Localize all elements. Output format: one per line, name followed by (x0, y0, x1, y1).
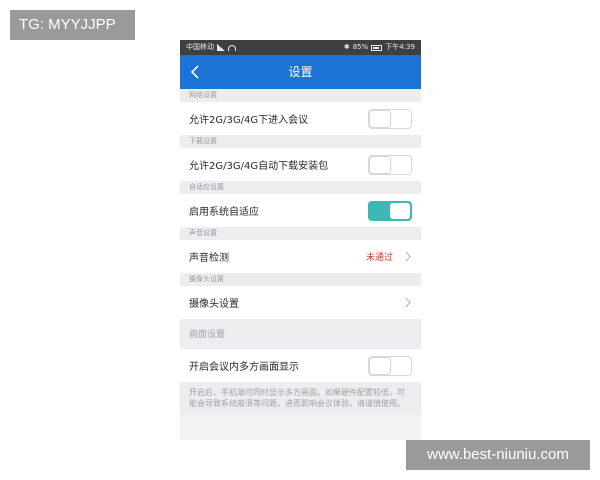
toggle-auto-download[interactable] (368, 155, 412, 175)
toggle-multi-view[interactable] (368, 356, 412, 376)
row-audio-test[interactable]: 声音检测 未通过 (180, 240, 421, 273)
row-network-meeting: 允许2G/3G/4G下进入会议 (180, 102, 421, 135)
clock: 下午4:39 (385, 43, 415, 51)
chevron-right-icon (405, 297, 411, 308)
section-header-screen: 画面设置 (180, 319, 421, 349)
status-bar: 中国移动 ✱ 85% 下午4:39 (180, 40, 421, 55)
row-system-adaptive: 启用系统自适应 (180, 194, 421, 227)
battery-icon (371, 44, 383, 51)
watermark: www.best-niuniu.com (406, 440, 590, 470)
section-header-adaptive: 自适应设置 (180, 181, 421, 194)
bluetooth-icon: ✱ (343, 43, 350, 51)
toggle-knob (370, 157, 390, 173)
section-header-download: 下载设置 (180, 135, 421, 148)
row-label: 摄像头设置 (189, 299, 239, 310)
signal-icon (217, 44, 225, 51)
audio-test-status: 未通过 (365, 253, 393, 263)
wifi-icon (228, 44, 236, 51)
carrier-name: 中国移动 (186, 43, 214, 51)
nav-bar: 设置 (180, 55, 421, 89)
row-camera-settings[interactable]: 摄像头设置 (180, 286, 421, 319)
phone-screen: 中国移动 ✱ 85% 下午4:39 设置 网络设置 允许2G/3G/4G下进入会… (180, 40, 421, 440)
toggle-network-meeting[interactable] (368, 109, 412, 129)
toggle-knob (370, 358, 390, 374)
battery-percent: 85% (352, 43, 369, 51)
tg-label: TG: MYYJJPP (10, 10, 135, 40)
section-header-network: 网络设置 (180, 89, 421, 102)
row-multi-view: 开启会议内多方画面显示 (180, 349, 421, 382)
toggle-knob (390, 203, 410, 219)
toggle-knob (370, 111, 390, 127)
multi-view-note: 开启后，手机端可同时显示多方画面。如果硬件配置较低，可能会导致系统崩溃等问题，进… (180, 382, 421, 414)
page-title: 设置 (288, 65, 313, 79)
toggle-system-adaptive[interactable] (368, 201, 412, 221)
row-auto-download: 允许2G/3G/4G自动下载安装包 (180, 148, 421, 181)
chevron-right-icon (405, 251, 411, 262)
section-header-camera: 摄像头设置 (180, 273, 421, 286)
section-header-audio: 声音设置 (180, 227, 421, 240)
